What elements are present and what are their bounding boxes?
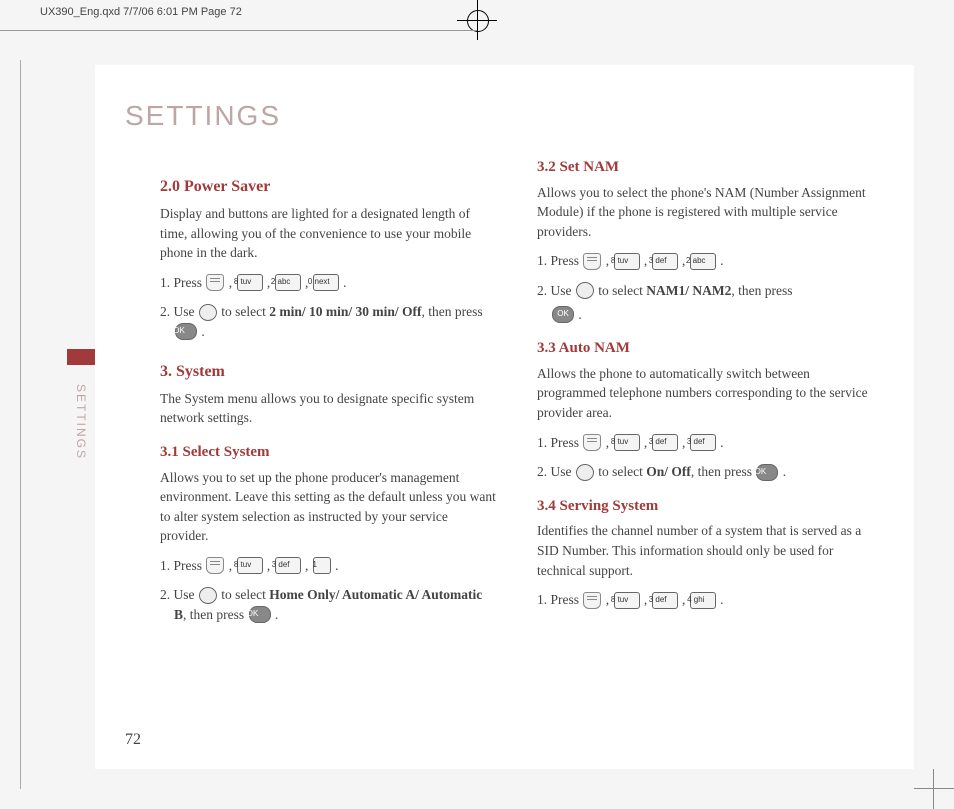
step-text: to select xyxy=(221,587,269,602)
page-title: SETTINGS xyxy=(125,100,914,132)
key-8-icon: 8 tuv xyxy=(614,253,640,270)
key-8-icon: 8 tuv xyxy=(614,434,640,451)
nav-key-icon xyxy=(199,304,217,321)
key-8-icon: 8 tuv xyxy=(237,557,263,574)
side-tab-label: SETTINGS xyxy=(74,372,88,472)
side-tab: SETTINGS xyxy=(67,365,95,505)
para-3-4: Identifies the channel number of a syste… xyxy=(537,521,874,580)
para-3-3: Allows the phone to automatically switch… xyxy=(537,364,874,423)
step-2-0-1: 1. Press , 8 tuv , 2 abc , 0 next . xyxy=(160,273,497,293)
heading-3-3: 3.3 Auto NAM xyxy=(537,338,874,360)
nav-key-icon xyxy=(576,464,594,481)
crop-mark-top xyxy=(457,0,497,40)
heading-3-1: 3.1 Select System xyxy=(160,442,497,464)
ok-key-icon: OK xyxy=(249,606,271,623)
key-1-icon: 1 xyxy=(313,557,331,574)
step-text: 1. Press xyxy=(537,253,582,268)
step-options: 2 min/ 10 min/ 30 min/ Off xyxy=(269,304,421,319)
ok-key-icon: OK xyxy=(552,306,574,323)
ok-key-icon: OK xyxy=(756,464,778,481)
step-options: On/ Off xyxy=(646,464,691,479)
step-text: 1. Press xyxy=(160,275,205,290)
step-3-2-2: 2. Use to select NAM1/ NAM2, then press xyxy=(537,281,874,301)
para-3-1: Allows you to set up the phone producer'… xyxy=(160,468,497,546)
key-4-icon: 4 ghi xyxy=(690,592,716,609)
step-3-2-1: 1. Press , 8 tuv , 3 def , 2 abc . xyxy=(537,251,874,271)
heading-3: 3. System xyxy=(160,360,497,383)
step-3-4-1: 1. Press , 8 tuv , 3 def , 4 ghi . xyxy=(537,590,874,610)
document-header: UX390_Eng.qxd 7/7/06 6:01 PM Page 72 xyxy=(40,6,242,18)
step-text: , then press xyxy=(422,304,483,319)
key-8-icon: 8 tuv xyxy=(237,274,263,291)
crop-mark-bottom-right xyxy=(914,769,954,809)
para-3: The System menu allows you to designate … xyxy=(160,389,497,428)
key-3-icon: 3 def xyxy=(652,253,678,270)
column-left: 2.0 Power Saver Display and buttons are … xyxy=(160,157,497,635)
step-2-0-2: 2. Use to select 2 min/ 10 min/ 30 min/ … xyxy=(160,302,497,341)
step-3-1-1: 1. Press , 8 tuv , 3 def , 1 . xyxy=(160,556,497,576)
nav-key-icon xyxy=(576,282,594,299)
heading-2-0: 2.0 Power Saver xyxy=(160,175,497,198)
key-3-icon: 3 def xyxy=(275,557,301,574)
heading-3-4: 3.4 Serving System xyxy=(537,496,874,518)
step-text: to select xyxy=(598,283,646,298)
step-text: 1. Press xyxy=(537,592,582,607)
key-0-icon: 0 next xyxy=(313,274,339,291)
side-tab-anchor xyxy=(67,349,95,365)
heading-3-2: 3.2 Set NAM xyxy=(537,157,874,179)
para-2-0: Display and buttons are lighted for a de… xyxy=(160,204,497,263)
step-3-3-1: 1. Press , 8 tuv , 3 def , 3 def . xyxy=(537,433,874,453)
menu-key-icon xyxy=(206,274,224,291)
step-options: NAM1/ NAM2 xyxy=(646,283,731,298)
key-2-icon: 2 abc xyxy=(275,274,301,291)
content-columns: 2.0 Power Saver Display and buttons are … xyxy=(95,157,914,635)
step-text: 2. Use xyxy=(160,587,198,602)
key-2-icon: 2 abc xyxy=(690,253,716,270)
crop-circle-icon xyxy=(467,10,489,32)
step-text: , then press xyxy=(731,283,792,298)
key-3-icon: 3 def xyxy=(652,434,678,451)
step-text: , then press xyxy=(691,464,756,479)
menu-key-icon xyxy=(206,557,224,574)
menu-key-icon xyxy=(583,434,601,451)
step-3-1-2: 2. Use to select Home Only/ Automatic A/… xyxy=(160,585,497,624)
ok-key-icon: OK xyxy=(175,323,197,340)
step-3-3-2: 2. Use to select On/ Off, then press OK … xyxy=(537,462,874,482)
page-body: SETTINGS SETTINGS 2.0 Power Saver Displa… xyxy=(95,65,914,769)
para-3-2: Allows you to select the phone's NAM (Nu… xyxy=(537,183,874,242)
step-text: 2. Use xyxy=(537,464,575,479)
nav-key-icon xyxy=(199,587,217,604)
page-number: 72 xyxy=(125,731,141,749)
key-8-icon: 8 tuv xyxy=(614,592,640,609)
step-text: to select xyxy=(598,464,646,479)
key-3-icon: 3 def xyxy=(690,434,716,451)
step-text: 2. Use xyxy=(160,304,198,319)
top-rule xyxy=(0,30,477,31)
column-right: 3.2 Set NAM Allows you to select the pho… xyxy=(537,157,874,635)
step-3-2-2-cont: OK . xyxy=(537,305,874,325)
step-text: , then press xyxy=(183,607,248,622)
menu-key-icon xyxy=(583,592,601,609)
step-text: 1. Press xyxy=(537,435,582,450)
step-text: 2. Use xyxy=(537,283,575,298)
menu-key-icon xyxy=(583,253,601,270)
step-text: 1. Press xyxy=(160,558,205,573)
key-3-icon: 3 def xyxy=(652,592,678,609)
step-text: to select xyxy=(221,304,269,319)
